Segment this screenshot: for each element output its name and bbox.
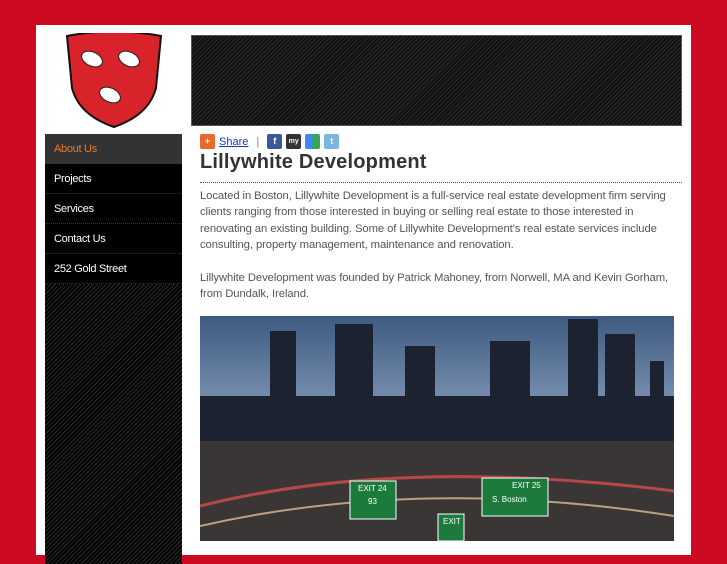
nav-item-services[interactable]: Services (45, 194, 182, 224)
crest-logo[interactable] (64, 33, 164, 129)
nav-item-contact-us[interactable]: Contact Us (45, 224, 182, 254)
sidebar-nav: About Us Projects Services Contact Us 25… (45, 134, 182, 564)
share-link[interactable]: Share (219, 136, 248, 148)
sign-s-boston: S. Boston (492, 495, 527, 504)
separator: | (256, 135, 260, 148)
sign-exit: EXIT (443, 517, 461, 526)
nav-item-252-gold-street[interactable]: 252 Gold Street (45, 254, 182, 284)
main-content: + Share | f my t Lillywhite Development … (200, 133, 682, 541)
sign-exit-24: EXIT 24 (358, 484, 387, 493)
page-container: About Us Projects Services Contact Us 25… (36, 25, 691, 564)
page-title: Lillywhite Development (200, 151, 682, 183)
facebook-icon[interactable]: f (267, 134, 283, 149)
boston-skyline-photo: EXIT 24 93 EXIT 25 S. Boston EXIT (200, 316, 674, 541)
addthis-icon[interactable]: + (200, 134, 215, 149)
nav-item-about-us[interactable]: About Us (45, 134, 182, 164)
twitter-icon[interactable]: t (324, 134, 340, 149)
header-banner (191, 35, 682, 126)
sign-exit-25: EXIT 25 (512, 481, 541, 490)
nav-item-projects[interactable]: Projects (45, 164, 182, 194)
intro-paragraph: Located in Boston, Lillywhite Developmen… (200, 190, 666, 252)
share-bar: + Share | f my t (200, 133, 682, 150)
founders-paragraph: Lillywhite Development was founded by Pa… (200, 271, 669, 301)
myspace-icon[interactable]: my (286, 134, 302, 149)
sign-93: 93 (368, 497, 377, 506)
google-icon[interactable] (305, 134, 321, 149)
